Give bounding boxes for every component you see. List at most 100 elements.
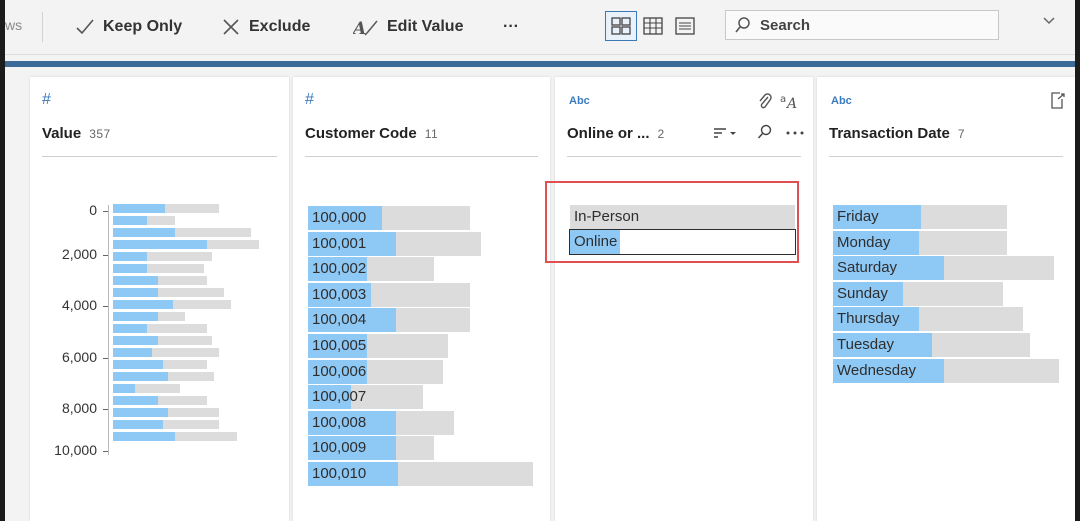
data-profile-pane: ws Keep Only Exclude A Edit Value ··· Se… (5, 0, 1075, 521)
toolbar-cut-label: ws (5, 17, 23, 33)
value-row[interactable]: Friday (833, 205, 1007, 229)
column-card-customer-code[interactable]: # Customer Code 11 100,000 100,001 100,002 1… (293, 77, 550, 521)
column-card-transaction-date[interactable]: Abc Transaction Date 7 Friday Monday Saturd… (817, 77, 1075, 521)
value-row[interactable]: 100,006 (308, 359, 443, 384)
value-label: Tuesday (837, 336, 894, 353)
histogram-bar-filled (113, 240, 207, 249)
more-options-button[interactable]: ··· (503, 13, 519, 41)
value-row[interactable]: Sunday (833, 281, 1003, 306)
histogram-tick-label: 10,000 (54, 442, 97, 458)
search-input[interactable]: Search (725, 10, 999, 40)
column-header[interactable]: # Customer Code 11 (293, 77, 550, 157)
value-label: 100,000 (312, 209, 367, 226)
column-title-text: Value (42, 125, 82, 142)
value-row[interactable]: Thursday (833, 307, 1023, 332)
value-label: 100,008 (312, 413, 367, 431)
value-label: Saturday (837, 259, 898, 277)
column-card-value[interactable]: # Value 357 0 2,000 4,000 6,000 8,000 10,000 (30, 77, 289, 521)
value-row[interactable]: 100,002 (308, 257, 434, 282)
value-row[interactable]: 100,009 (308, 436, 434, 461)
histogram-tick-mark (103, 306, 108, 307)
column-header[interactable]: Abc aA Online or ... 2 (555, 77, 813, 157)
column-title: Online or ... 2 (567, 125, 665, 142)
column-card-online-or[interactable]: Abc aA Online or ... 2 In-Person Online (555, 77, 813, 521)
search-icon[interactable] (757, 124, 773, 140)
header-divider (42, 156, 277, 157)
value-label: 100,006 (312, 362, 367, 380)
value-row[interactable]: 100,003 (308, 282, 470, 307)
histogram-bar-filled (113, 228, 175, 237)
histogram-bar-filled (113, 312, 158, 321)
value-row[interactable]: 100,004 (308, 308, 470, 333)
keep-only-button[interactable]: Keep Only (75, 13, 182, 41)
header-divider (829, 156, 1063, 157)
list-icon (675, 17, 695, 35)
column-header[interactable]: Abc Transaction Date 7 (817, 77, 1075, 157)
edit-value-label: Edit Value (387, 18, 464, 35)
value-label: Monday (837, 233, 891, 251)
svg-text:A: A (353, 19, 366, 37)
histogram-bar-filled (113, 420, 163, 429)
string-type-icon[interactable]: Abc (831, 95, 852, 107)
exclude-label: Exclude (249, 18, 311, 35)
more-label: ··· (503, 18, 519, 35)
value-label: 100,001 (312, 234, 367, 252)
value-row[interactable]: 100,000 (308, 206, 470, 230)
histogram-bar-filled (113, 276, 158, 285)
edit-value-button[interactable]: A Edit Value (353, 13, 463, 41)
list-view-button[interactable] (669, 11, 701, 41)
histogram-bar-filled (113, 204, 165, 213)
value-row[interactable]: Wednesday (833, 358, 1059, 383)
view-toggle-group (605, 11, 701, 41)
histogram-bar-filled (113, 396, 158, 405)
column-header[interactable]: # Value 357 (30, 77, 289, 157)
value-row[interactable]: 100,005 (308, 334, 448, 358)
histogram-tick-mark (103, 211, 108, 212)
exclude-button[interactable]: Exclude (221, 13, 310, 41)
number-type-icon[interactable]: # (42, 91, 51, 109)
histogram-tick-mark (103, 409, 108, 410)
value-row[interactable]: 100,007 (308, 385, 423, 410)
histogram-tick-label: 8,000 (61, 400, 97, 416)
value-row[interactable]: 100,008 (308, 410, 454, 435)
column-count: 357 (89, 127, 111, 141)
value-row[interactable]: Monday (833, 230, 1007, 255)
search-icon (735, 17, 750, 33)
histogram-bar-filled (113, 408, 168, 417)
sort-icon[interactable] (713, 127, 739, 141)
histogram-bar-filled (113, 264, 147, 273)
histogram-bar-filled (113, 432, 175, 441)
toolbar: ws Keep Only Exclude A Edit Value ··· Se… (5, 0, 1075, 55)
table-view-button[interactable] (637, 11, 669, 41)
value-row[interactable]: Tuesday (833, 333, 1030, 357)
value-label: Friday (837, 208, 879, 225)
header-divider (567, 156, 801, 157)
value-label: 100,010 (312, 465, 367, 482)
column-title-text: Transaction Date (829, 125, 950, 142)
highlight-annotation (545, 181, 799, 263)
histogram-bar-filled (113, 216, 147, 225)
export-icon[interactable] (1050, 92, 1066, 110)
keep-only-label: Keep Only (103, 18, 183, 35)
value-row[interactable]: 100,001 (308, 231, 481, 256)
more-options-icon[interactable] (786, 131, 804, 135)
value-label: Wednesday (837, 361, 916, 379)
profile-layout-icon (611, 17, 631, 35)
checkmark-icon (76, 19, 94, 35)
svg-text:a: a (780, 94, 786, 105)
close-icon (223, 19, 239, 35)
histogram-tick-label: 0 (89, 202, 97, 218)
spell-check-icon[interactable]: aA (779, 91, 801, 111)
value-row[interactable]: Saturday (833, 256, 1054, 281)
column-title-text: Online or ... (567, 125, 650, 142)
chevron-down-icon[interactable] (1042, 16, 1056, 26)
value-label: Sunday (837, 284, 888, 302)
string-type-icon[interactable]: Abc (569, 95, 590, 107)
histogram-bar-filled (113, 336, 158, 345)
value-row[interactable]: 100,010 (308, 462, 533, 486)
number-type-icon[interactable]: # (305, 91, 314, 109)
paperclip-icon[interactable] (757, 92, 773, 110)
search-placeholder: Search (760, 16, 811, 34)
profile-view-button[interactable] (605, 11, 637, 41)
value-label: 100,004 (312, 311, 367, 329)
